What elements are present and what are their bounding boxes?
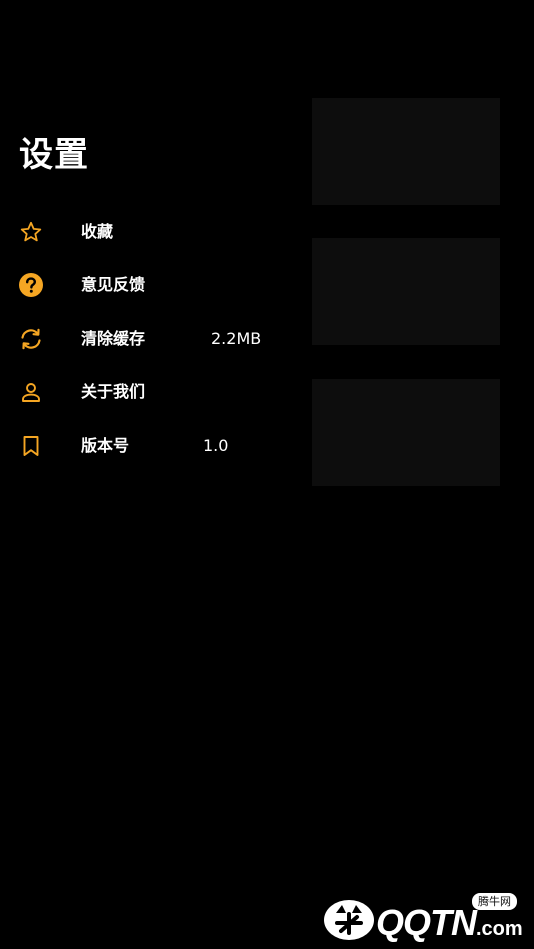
version-value: 1.0 (203, 436, 229, 455)
star-outline-icon (18, 219, 44, 245)
bull-logo-icon (322, 897, 376, 941)
menu-item-favorites[interactable]: 收藏 (0, 205, 300, 259)
menu-item-feedback[interactable]: 意见反馈 (0, 258, 300, 312)
content-card[interactable] (312, 379, 500, 486)
cache-size-value: 2.2MB (211, 329, 262, 348)
watermark-logo: QQTN.com 腾牛网 (322, 891, 528, 945)
menu-item-label: 收藏 (81, 222, 114, 241)
menu-item-label: 版本号 (81, 436, 130, 455)
settings-title: 设置 (19, 135, 89, 175)
menu-item-label: 意见反馈 (81, 275, 146, 294)
menu-item-label: 关于我们 (81, 382, 146, 401)
menu-item-version[interactable]: 版本号 1.0 (0, 419, 300, 473)
menu-item-clear-cache[interactable]: 清除缓存 2.2MB (0, 312, 300, 366)
person-icon (18, 379, 44, 405)
content-card[interactable] (312, 238, 500, 345)
refresh-icon (18, 326, 44, 352)
content-card[interactable] (312, 98, 500, 205)
question-circle-icon (18, 272, 44, 298)
menu-item-about-us[interactable]: 关于我们 (0, 365, 300, 419)
menu-item-label: 清除缓存 (81, 329, 146, 348)
bookmark-icon (18, 433, 44, 459)
watermark-tag: 腾牛网 (472, 893, 517, 910)
